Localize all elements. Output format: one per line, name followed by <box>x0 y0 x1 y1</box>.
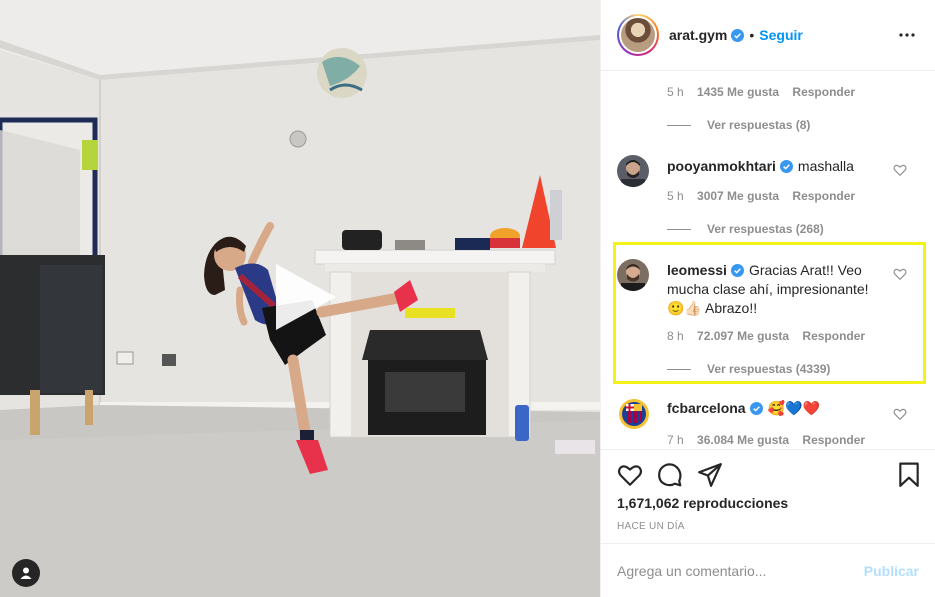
comment-text: mashalla <box>797 158 854 174</box>
share-icon[interactable] <box>697 462 723 488</box>
publish-button[interactable]: Publicar <box>864 563 919 579</box>
replies-divider <box>667 368 691 370</box>
heart-icon[interactable] <box>617 462 643 488</box>
post-actions: 1,671,062 reproducciones HACE UN DÍA <box>601 449 935 543</box>
comment-likes[interactable]: 72.097 Me gusta <box>697 329 789 343</box>
bookmark-icon[interactable] <box>896 462 922 488</box>
view-count: 1,671,062 reproducciones <box>617 495 789 511</box>
commenter-username[interactable]: fcbarcelona <box>667 400 746 416</box>
verified-badge-icon <box>731 28 745 42</box>
view-replies-label: Ver respuestas (8) <box>707 118 811 132</box>
view-replies-label: Ver respuestas (4339) <box>707 362 831 376</box>
more-horizontal-icon[interactable] <box>895 23 919 47</box>
like-comment-icon[interactable] <box>893 267 907 281</box>
post-video[interactable] <box>0 0 600 597</box>
comments-list[interactable]: 5 h 1435 Me gusta Responder Ver respuest… <box>601 71 935 449</box>
comment-icon[interactable] <box>657 462 683 488</box>
comment-meta: 7 h 36.084 Me gusta Responder <box>667 433 875 447</box>
play-icon[interactable] <box>268 262 338 332</box>
comment-likes[interactable]: 36.084 Me gusta <box>697 433 789 447</box>
replies-divider <box>667 228 691 230</box>
comment-body: pooyanmokhtari mashalla <box>667 157 882 176</box>
comment-body: fcbarcelona 🥰💙❤️ <box>667 399 882 418</box>
reply-button[interactable]: Responder <box>802 329 865 343</box>
commenter-username[interactable]: pooyanmokhtari <box>667 158 776 174</box>
user-tag-icon[interactable] <box>12 559 40 587</box>
like-comment-icon[interactable] <box>893 163 907 177</box>
comment-time: 5 h <box>667 189 684 203</box>
reply-button[interactable]: Responder <box>802 433 865 447</box>
comment-time: 7 h <box>667 433 684 447</box>
like-comment-icon[interactable] <box>893 407 907 421</box>
verified-badge-icon <box>779 160 793 173</box>
reply-button[interactable]: Responder <box>792 189 855 203</box>
post-header: arat.gym • Seguir <box>601 0 935 71</box>
comment-time: 5 h <box>667 85 684 99</box>
view-replies-button[interactable]: Ver respuestas (8) <box>667 118 810 132</box>
comment-likes[interactable]: 1435 Me gusta <box>697 85 779 99</box>
follow-button[interactable]: Seguir <box>759 27 803 43</box>
commenter-avatar[interactable] <box>617 155 649 187</box>
author-avatar[interactable] <box>617 14 659 56</box>
commenter-avatar[interactable] <box>617 397 651 431</box>
verified-badge-icon <box>730 264 744 277</box>
post-timestamp: HACE UN DÍA <box>617 521 685 532</box>
comment-meta: 5 h 3007 Me gusta Responder <box>667 189 865 203</box>
comment-text: 🥰💙❤️ <box>767 400 820 416</box>
view-replies-label: Ver respuestas (268) <box>707 222 824 236</box>
view-replies-button[interactable]: Ver respuestas (268) <box>667 222 824 236</box>
comment-meta: 8 h 72.097 Me gusta Responder <box>667 329 875 343</box>
commenter-username[interactable]: leomessi <box>667 262 727 278</box>
comment-body: leomessi Gracias Arat!! Veo mucha clase a… <box>667 261 882 318</box>
comment-input[interactable] <box>617 562 864 579</box>
reply-button[interactable]: Responder <box>792 85 855 99</box>
replies-divider <box>667 124 691 126</box>
view-replies-button[interactable]: Ver respuestas (4339) <box>667 362 830 376</box>
comment-time: 8 h <box>667 329 684 343</box>
header-separator: • <box>749 27 755 43</box>
author-username[interactable]: arat.gym <box>669 27 727 43</box>
verified-badge-icon <box>749 402 763 415</box>
post-sidebar: arat.gym • Seguir 5 h 1435 Me gusta Resp… <box>600 0 935 597</box>
add-comment-bar: Publicar <box>601 543 935 597</box>
comment-meta: 5 h 1435 Me gusta Responder <box>667 85 865 99</box>
commenter-avatar[interactable] <box>617 259 649 291</box>
comment-likes[interactable]: 3007 Me gusta <box>697 189 779 203</box>
post-modal: arat.gym • Seguir 5 h 1435 Me gusta Resp… <box>0 0 935 597</box>
